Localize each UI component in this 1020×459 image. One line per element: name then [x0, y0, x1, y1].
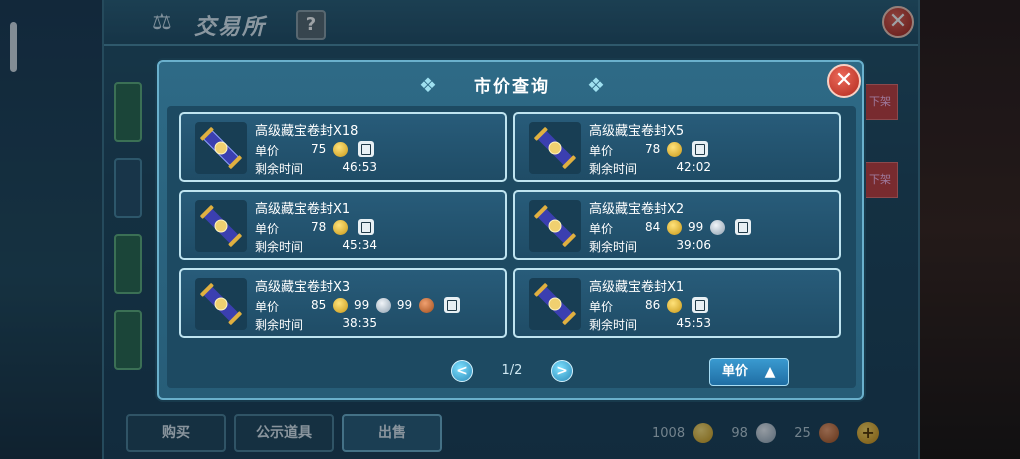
listing-card[interactable]: 高级藏宝卷封X5 单价 78 剩余时间 42:02	[513, 112, 841, 182]
price-label: 单价	[589, 222, 614, 236]
copper-amount: 99	[396, 298, 413, 312]
remaining-time: 38:35	[342, 316, 377, 330]
copy-icon[interactable]	[357, 219, 374, 235]
remaining-time: 45:34	[342, 238, 377, 252]
silver-coin-icon	[376, 297, 392, 313]
copy-icon[interactable]	[734, 219, 751, 235]
time-label: 剩余时间	[589, 240, 638, 254]
listing-card[interactable]: 高级藏宝卷封X3 单价 85 99 99 剩余时间 38:35	[179, 268, 507, 338]
gold-amount: 78	[645, 142, 661, 156]
listing-grid: 高级藏宝卷封X18 单价 75 剩余时间 46:53 高级藏宝卷封X5 单价 7…	[167, 106, 856, 388]
dialog-title-bar: ❖ 市价查询 ❖	[409, 70, 615, 100]
next-page-button[interactable]: >	[551, 360, 573, 382]
gold-coin-icon	[333, 297, 349, 313]
remaining-time: 42:02	[676, 160, 711, 174]
treasure-scroll-icon	[195, 122, 247, 174]
remaining-time: 39:06	[676, 238, 711, 252]
time-label: 剩余时间	[255, 162, 304, 176]
price-label: 单价	[589, 144, 614, 158]
treasure-scroll-icon	[529, 122, 581, 174]
remaining-time: 45:53	[676, 316, 711, 330]
copper-coin-icon	[418, 297, 434, 313]
gold-amount: 86	[645, 298, 661, 312]
sort-label: 单价	[722, 364, 749, 379]
price-label: 单价	[255, 144, 280, 158]
time-label: 剩余时间	[255, 318, 304, 332]
price-label: 单价	[255, 222, 280, 236]
gold-amount: 84	[645, 220, 661, 234]
treasure-scroll-icon	[195, 278, 247, 330]
sort-up-arrow-icon: ▲	[764, 364, 776, 380]
listing-name: 高级藏宝卷封X1	[255, 202, 351, 217]
page-indicator: 1/2	[501, 363, 523, 378]
prev-page-button[interactable]: <	[451, 360, 473, 382]
copy-icon[interactable]	[357, 141, 374, 157]
gold-coin-icon	[667, 297, 683, 313]
gold-coin-icon	[667, 219, 683, 235]
gold-amount: 78	[311, 220, 327, 234]
listing-card[interactable]: 高级藏宝卷封X1 单价 86 剩余时间 45:53	[513, 268, 841, 338]
silver-coin-icon	[710, 219, 726, 235]
sort-by-price-button[interactable]: 单价 ▲	[709, 358, 789, 386]
time-label: 剩余时间	[589, 162, 638, 176]
listing-name: 高级藏宝卷封X2	[589, 202, 685, 217]
price-value: 84 99	[645, 219, 751, 237]
price-value: 86	[645, 297, 708, 315]
gold-amount: 75	[311, 142, 327, 156]
pagination: < 1/2 >	[451, 360, 573, 384]
price-value: 78	[645, 141, 708, 159]
listing-name: 高级藏宝卷封X5	[589, 124, 685, 139]
treasure-scroll-icon	[529, 278, 581, 330]
copy-icon[interactable]	[691, 141, 708, 157]
price-value: 85 99 99	[311, 297, 460, 315]
time-label: 剩余时间	[255, 240, 304, 254]
treasure-scroll-icon	[529, 200, 581, 252]
listing-card[interactable]: 高级藏宝卷封X2 单价 84 99 剩余时间 39:06	[513, 190, 841, 260]
market-price-dialog: ❖ 市价查询 ❖ ✕ 高级藏宝卷封X18 单价 75 剩余时间 46:53 高级…	[157, 60, 864, 400]
gold-coin-icon	[333, 141, 349, 157]
listing-name: 高级藏宝卷封X3	[255, 280, 351, 295]
remaining-time: 46:53	[342, 160, 377, 174]
copy-icon[interactable]	[443, 297, 460, 313]
copy-icon[interactable]	[691, 297, 708, 313]
listing-card[interactable]: 高级藏宝卷封X18 单价 75 剩余时间 46:53	[179, 112, 507, 182]
price-value: 75	[311, 141, 374, 159]
dialog-title: 市价查询	[474, 77, 550, 97]
dialog-close-button[interactable]: ✕	[827, 64, 861, 98]
time-label: 剩余时间	[589, 318, 638, 332]
price-value: 78	[311, 219, 374, 237]
treasure-scroll-icon	[195, 200, 247, 252]
silver-amount: 99	[687, 220, 704, 234]
gold-coin-icon	[333, 219, 349, 235]
ornament-right-icon: ❖	[587, 73, 605, 97]
listing-name: 高级藏宝卷封X1	[589, 280, 685, 295]
gold-coin-icon	[667, 141, 683, 157]
silver-amount: 99	[353, 298, 370, 312]
ornament-left-icon: ❖	[419, 73, 437, 97]
price-label: 单价	[255, 300, 280, 314]
gold-amount: 85	[311, 298, 327, 312]
price-label: 单价	[589, 300, 614, 314]
listing-name: 高级藏宝卷封X18	[255, 124, 359, 139]
listing-card[interactable]: 高级藏宝卷封X1 单价 78 剩余时间 45:34	[179, 190, 507, 260]
